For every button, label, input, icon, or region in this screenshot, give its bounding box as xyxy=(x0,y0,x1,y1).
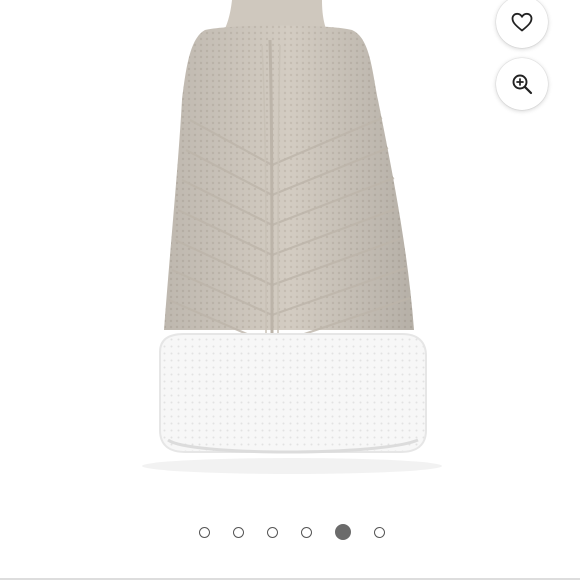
zoom-in-icon xyxy=(512,74,533,95)
carousel-dot-3[interactable] xyxy=(266,527,278,538)
product-image-viewer xyxy=(0,0,580,580)
carousel-dot-5-active[interactable] xyxy=(334,524,351,540)
heart-outline-icon xyxy=(511,12,533,32)
zoom-button[interactable] xyxy=(496,58,548,110)
carousel-dot-4[interactable] xyxy=(300,527,312,538)
carousel-dot-1[interactable] xyxy=(198,527,210,538)
carousel-pagination xyxy=(0,524,580,540)
carousel-dot-2[interactable] xyxy=(232,527,244,538)
carousel-dot-6[interactable] xyxy=(373,527,385,538)
product-image[interactable] xyxy=(0,0,580,500)
